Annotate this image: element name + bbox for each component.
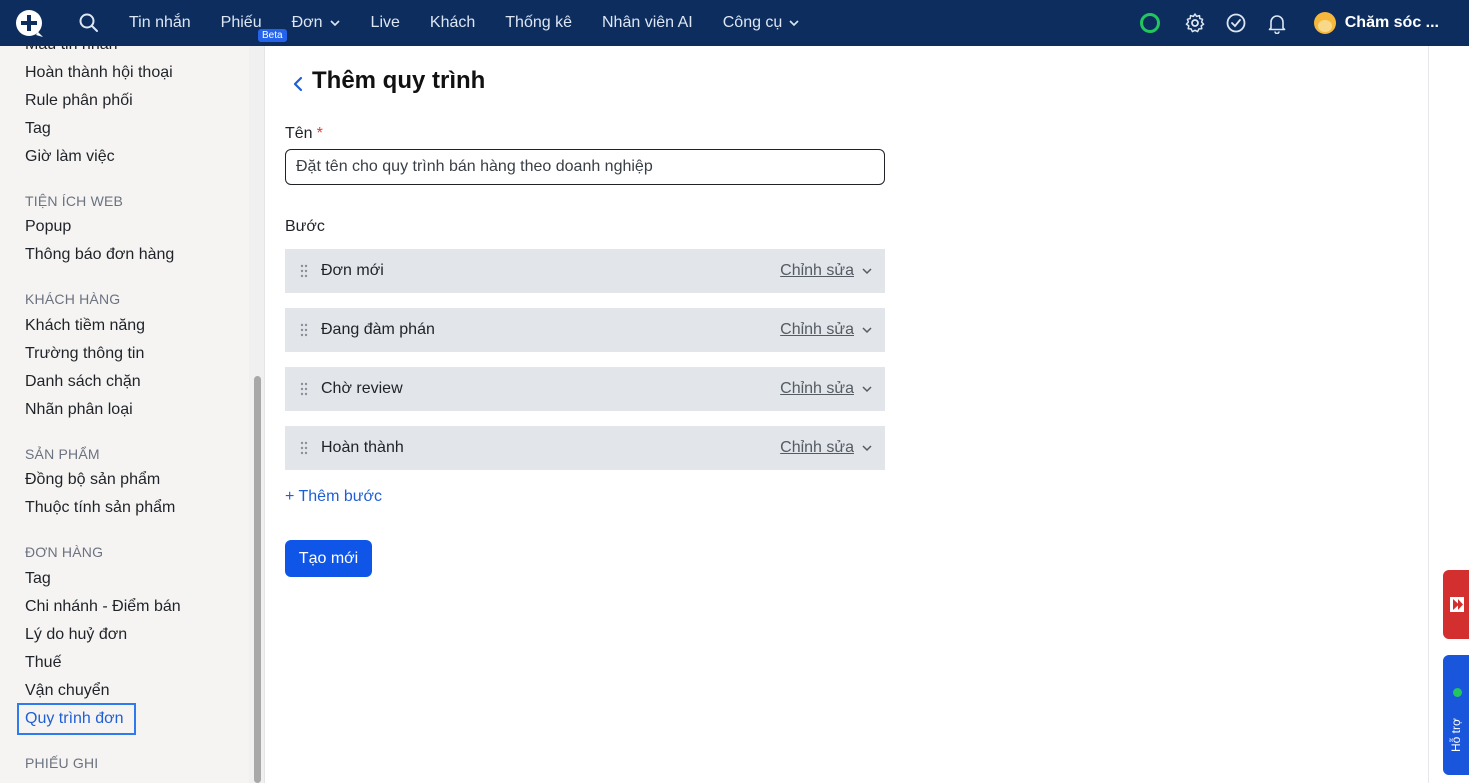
online-dot xyxy=(1453,688,1462,697)
add-step-link[interactable]: + Thêm bước xyxy=(285,488,382,506)
support-widget[interactable]: Hỗ trợ xyxy=(1443,655,1469,775)
chevron-down-icon[interactable] xyxy=(861,383,873,395)
nav-label: Nhân viên AI xyxy=(602,14,693,31)
content-divider xyxy=(1428,46,1429,783)
drag-handle-icon[interactable] xyxy=(299,441,309,455)
sidebar-item-danh-sach-chan[interactable]: Danh sách chặn xyxy=(25,373,141,391)
chevron-down-icon xyxy=(329,20,340,27)
step-name: Đang đàm phán xyxy=(321,321,435,338)
sidebar-item-tag-don[interactable]: Tag xyxy=(25,570,51,588)
floating-promo-tab[interactable] xyxy=(1443,570,1469,639)
top-navigation-bar: Tin nhắn Phiếu Đơn Live Khách Thống kê N… xyxy=(0,0,1469,46)
drag-handle-icon[interactable] xyxy=(299,323,309,337)
gear-icon[interactable] xyxy=(1184,12,1206,34)
page-title: Thêm quy trình xyxy=(312,67,486,94)
beta-badge: Beta xyxy=(258,29,287,42)
sidebar-item-dong-bo-san-pham[interactable]: Đồng bộ sản phẩm xyxy=(25,471,160,489)
required-mark: * xyxy=(316,125,323,142)
top-right-actions: Chăm sóc ... xyxy=(1139,0,1469,46)
nav-label: Phiếu xyxy=(220,14,262,31)
drag-handle-icon[interactable] xyxy=(299,264,309,278)
sidebar-scrollbar-thumb[interactable] xyxy=(254,376,261,783)
online-status-icon[interactable] xyxy=(1139,13,1160,33)
chevron-down-icon[interactable] xyxy=(861,442,873,454)
steps-label: Bước xyxy=(285,218,325,235)
back-arrow-icon[interactable] xyxy=(289,73,307,95)
nav-nhan-vien-ai[interactable]: Nhân viên AI xyxy=(602,14,693,32)
step-edit-link[interactable]: Chỉnh sửa xyxy=(780,439,854,457)
sidebar-section-tien-ich-web: TIỆN ÍCH WEB xyxy=(25,193,124,209)
sidebar-item-nhan-phan-loai[interactable]: Nhãn phân loại xyxy=(25,401,133,419)
step-name: Hoàn thành xyxy=(321,439,404,456)
bell-icon[interactable] xyxy=(1266,12,1288,34)
name-field-label: Tên * xyxy=(285,125,323,143)
sidebar-item-thong-bao-don-hang[interactable]: Thông báo đơn hàng xyxy=(25,246,174,264)
name-label-text: Tên xyxy=(285,125,313,142)
nav-tin-nhan[interactable]: Tin nhắn xyxy=(129,14,191,32)
step-row[interactable]: Chờ review Chỉnh sửa xyxy=(285,367,885,411)
create-button[interactable]: Tạo mới xyxy=(285,540,372,577)
nav-label: Công cụ xyxy=(722,14,783,31)
step-edit-link[interactable]: Chỉnh sửa xyxy=(780,380,854,398)
step-row[interactable]: Đơn mới Chỉnh sửa xyxy=(285,249,885,293)
step-row[interactable]: Đang đàm phán Chỉnh sửa xyxy=(285,308,885,352)
nav-don[interactable]: Đơn xyxy=(292,14,341,32)
nav-label: Đơn xyxy=(291,14,323,31)
sidebar-item-gio-lam-viec[interactable]: Giờ làm việc xyxy=(25,148,115,166)
user-menu[interactable]: Chăm sóc ... xyxy=(1313,12,1439,34)
sidebar-item-hoan-thanh-hoi-thoai[interactable]: Hoàn thành hội thoại xyxy=(25,64,173,82)
sidebar-item-khach-tiem-nang[interactable]: Khách tiềm năng xyxy=(25,317,145,335)
sidebar-section-khach-hang: KHÁCH HÀNG xyxy=(25,291,121,307)
nav-thong-ke[interactable]: Thống kê xyxy=(505,14,572,32)
sidebar-section-don-hang: ĐƠN HÀNG xyxy=(25,544,104,560)
step-edit-link[interactable]: Chỉnh sửa xyxy=(780,262,854,280)
step-row[interactable]: Hoàn thành Chỉnh sửa xyxy=(285,426,885,470)
chevron-down-icon[interactable] xyxy=(861,324,873,336)
check-circle-icon[interactable] xyxy=(1225,12,1247,34)
nav-khach[interactable]: Khách xyxy=(430,14,475,32)
nav-label: Thống kê xyxy=(505,14,572,31)
flag-icon xyxy=(1450,597,1464,612)
sidebar-item-truong-thong-tin[interactable]: Trường thông tin xyxy=(25,345,144,363)
chevron-down-icon[interactable] xyxy=(861,265,873,277)
nav-label: Tin nhắn xyxy=(129,14,191,31)
sidebar-item-ly-do-huy-don[interactable]: Lý do huỷ đơn xyxy=(25,626,127,644)
app-logo-icon[interactable] xyxy=(14,8,44,38)
main-nav: Tin nhắn Phiếu Đơn Live Khách Thống kê N… xyxy=(129,0,830,46)
step-name: Chờ review xyxy=(321,380,403,397)
user-name: Chăm sóc ... xyxy=(1344,14,1439,31)
sidebar-item-mau-tin-nhan[interactable]: Mẫu tin nhắn xyxy=(25,46,118,54)
step-name: Đơn mới xyxy=(321,262,384,279)
step-edit-link[interactable]: Chỉnh sửa xyxy=(780,321,854,339)
process-name-input[interactable] xyxy=(285,149,885,185)
chevron-down-icon xyxy=(789,20,799,27)
avatar xyxy=(1313,12,1336,34)
sidebar-section-phieu-ghi: PHIẾU GHI xyxy=(25,755,99,771)
drag-handle-icon[interactable] xyxy=(299,382,309,396)
sidebar-item-thuoc-tinh-san-pham[interactable]: Thuộc tính sản phẩm xyxy=(25,499,175,517)
sidebar-item-tag[interactable]: Tag xyxy=(25,120,51,138)
search-icon[interactable] xyxy=(78,12,100,34)
nav-cong-cu[interactable]: Công cụ xyxy=(723,14,801,32)
settings-sidebar: Mẫu tin nhắn Hoàn thành hội thoại Rule p… xyxy=(0,46,249,783)
support-label: Hỗ trợ xyxy=(1449,718,1463,752)
nav-label: Khách xyxy=(429,14,476,31)
sidebar-item-chi-nhanh[interactable]: Chi nhánh - Điểm bán xyxy=(25,598,181,616)
nav-phieu[interactable]: Phiếu xyxy=(221,14,262,32)
nav-label: Live xyxy=(370,14,400,31)
sidebar-active-highlight xyxy=(17,703,136,735)
nav-live[interactable]: Live xyxy=(371,14,400,32)
sidebar-item-rule-phan-phoi[interactable]: Rule phân phối xyxy=(25,92,133,110)
sidebar-item-van-chuyen[interactable]: Vận chuyển xyxy=(25,682,110,700)
sidebar-item-popup[interactable]: Popup xyxy=(25,218,71,236)
sidebar-item-thue[interactable]: Thuế xyxy=(25,654,61,672)
sidebar-section-san-pham: SẢN PHẨM xyxy=(25,446,100,462)
